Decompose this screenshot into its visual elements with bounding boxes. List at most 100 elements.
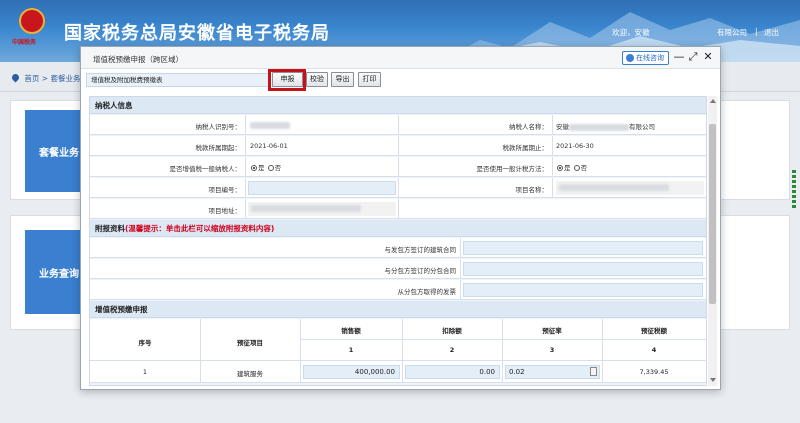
section-taxpayer-info: 纳税人信息 xyxy=(90,97,706,114)
breadcrumb-current[interactable]: 套餐业务 xyxy=(50,74,80,83)
divider: | xyxy=(755,27,758,36)
attachment-row: 与分包方签订的分包合同 xyxy=(90,259,706,279)
col-number: 2 xyxy=(449,346,455,354)
logo-text: 中国税务 xyxy=(12,39,37,46)
general-taxpayer-radio-group: 是 否 xyxy=(250,162,281,172)
sales-input[interactable]: 400,000.00 xyxy=(303,365,400,379)
attachment-row: 从分包方取得的发票 xyxy=(90,280,706,300)
dialog-header: 增值税预缴申报（跨区域） 在线咨询 — ⤢ ✕ xyxy=(81,47,720,69)
breadcrumb-home[interactable]: 首页 xyxy=(24,74,39,83)
submit-button[interactable]: 申报 xyxy=(272,72,303,87)
toolbar: 增值税及附加税费预缴表 申报 校验 导出 打印 xyxy=(81,69,720,92)
header-sales: 销售额 xyxy=(341,327,361,335)
cell-item: 建筑服务 xyxy=(237,370,263,378)
row-project-address: 项目地址： xyxy=(90,199,706,219)
section-vat-prepay: 增值税预缴申报 xyxy=(90,301,706,318)
header-seq: 序号 xyxy=(138,339,152,347)
col-number: 3 xyxy=(549,346,555,354)
period-start-label: 税款所属期起： xyxy=(195,144,242,152)
radio-yes[interactable] xyxy=(557,165,563,171)
location-pin-icon xyxy=(10,72,21,83)
col-number: 1 xyxy=(348,346,354,354)
radio-yes-label: 是 xyxy=(258,164,265,172)
header-rate: 预征率 xyxy=(542,327,562,335)
tax-id-label: 纳税人识别号： xyxy=(195,123,242,131)
close-button[interactable]: ✕ xyxy=(702,50,714,64)
online-consult-button[interactable]: 在线咨询 xyxy=(622,51,669,65)
sidebar-grip[interactable] xyxy=(792,170,796,210)
period-end-label: 税款所属期止： xyxy=(502,144,549,152)
breadcrumb: 首页 > 套餐业务 xyxy=(10,72,80,84)
logout-link[interactable]: 退出 xyxy=(764,27,779,38)
project-name-label: 项目名称： xyxy=(515,186,549,194)
attachment-field[interactable] xyxy=(463,241,703,255)
validate-button[interactable]: 校验 xyxy=(306,72,328,87)
section-attachments[interactable]: 附报资料(温馨提示：单击此栏可以缩放附报资料内容) xyxy=(90,220,706,237)
vat-prepay-dialog: 增值税预缴申报（跨区域） 在线咨询 — ⤢ ✕ 增值税及附加税费预缴表 申报 校… xyxy=(80,46,721,390)
project-name-field[interactable] xyxy=(556,181,704,195)
export-button[interactable]: 导出 xyxy=(331,72,354,87)
radio-no-label: 否 xyxy=(580,164,588,172)
breadcrumb-arrow: > xyxy=(41,74,49,83)
attachment-label: 从分包方取得的发票 xyxy=(397,288,457,296)
app-title: 国家税务总局安徽省电子税务局 xyxy=(64,23,330,44)
radio-no-label: 否 xyxy=(274,164,282,172)
tile-label: 套餐业务 xyxy=(39,147,79,159)
deduction-input[interactable]: 0.00 xyxy=(405,365,500,379)
row-project: 项目编号： 项目名称： xyxy=(90,178,706,198)
row-general-taxpayer: 是否增值税一般纳税人： 是 否 是否使用一般计税方法： 是 否 xyxy=(90,157,706,177)
dialog-title: 增值税预缴申报（跨区域） xyxy=(93,55,183,64)
attachment-field[interactable] xyxy=(463,283,703,297)
radio-no[interactable] xyxy=(573,165,580,171)
attachments-title: 附报资料 xyxy=(95,224,125,233)
project-address-label: 项目地址： xyxy=(208,207,242,215)
attachments-tip: (温馨提示：单击此栏可以缩放附报资料内容) xyxy=(125,224,275,233)
general-method-label: 是否使用一般计税方法： xyxy=(476,165,549,173)
row-tax-id: 纳税人识别号： 纳税人名称： 安徽 有限公司 xyxy=(90,115,706,135)
project-no-field[interactable] xyxy=(248,181,396,195)
prepay-table-header: 序号 预征项目 销售额 扣除额 预征率 预征税额 1 2 3 4 xyxy=(90,319,706,361)
emblem-icon xyxy=(19,8,45,34)
general-taxpayer-label: 是否增值税一般纳税人： xyxy=(169,165,242,173)
calculator-icon[interactable] xyxy=(590,367,597,376)
scroll-up-icon[interactable] xyxy=(710,99,716,103)
attachment-row: 与发包方签订的建筑合同 xyxy=(90,238,706,258)
attachment-label: 与发包方签订的建筑合同 xyxy=(384,246,457,254)
vertical-scrollbar[interactable] xyxy=(708,96,717,386)
col-number: 4 xyxy=(651,346,657,354)
taxpayer-name-value: 安徽 有限公司 xyxy=(556,121,655,131)
table-row: 1 建筑服务 400,000.00 0.00 0.02 7,339.45 xyxy=(90,361,706,383)
online-consult-label: 在线咨询 xyxy=(636,54,664,62)
form-select[interactable]: 增值税及附加税费预缴表 xyxy=(86,73,270,87)
period-end-value: 2021-06-30 xyxy=(556,142,594,150)
welcome-text: 欢迎，安徽 xyxy=(612,28,650,37)
tax-id-value xyxy=(250,121,290,129)
radio-yes[interactable] xyxy=(251,165,257,171)
company-name[interactable]: 有限公司 xyxy=(717,27,747,38)
scroll-thumb[interactable] xyxy=(709,124,716,304)
radio-yes-label: 是 xyxy=(564,164,571,172)
attachment-field[interactable] xyxy=(463,262,703,276)
rate-value: 0.02 xyxy=(509,368,525,376)
header-tax: 预征税额 xyxy=(641,327,667,335)
minimize-button[interactable]: — xyxy=(673,50,685,64)
project-address-field[interactable] xyxy=(248,202,396,216)
attachment-label: 与分包方签订的分包合同 xyxy=(384,267,457,275)
name-prefix: 安徽 xyxy=(556,123,569,131)
form-content: 纳税人信息 纳税人识别号： 纳税人名称： 安徽 有限公司 税款所属期起： 2021… xyxy=(89,96,707,386)
period-start-value: 2021-06-01 xyxy=(250,142,288,150)
cell-tax: 7,339.45 xyxy=(639,368,669,376)
refresh-chat-icon xyxy=(626,54,634,62)
scroll-down-icon[interactable] xyxy=(710,378,716,382)
print-button[interactable]: 打印 xyxy=(358,72,381,87)
header-item: 预征项目 xyxy=(237,339,263,347)
cell-seq: 1 xyxy=(142,368,148,376)
maximize-button[interactable]: ⤢ xyxy=(687,50,699,64)
user-area: 欢迎，安徽 有限公司 | 退出 xyxy=(612,27,779,38)
row-period: 税款所属期起： 2021-06-01 税款所属期止： 2021-06-30 xyxy=(90,136,706,156)
radio-no[interactable] xyxy=(267,165,274,171)
tax-logo: 中国税务 xyxy=(12,8,52,54)
rate-input[interactable]: 0.02 xyxy=(505,365,600,379)
tile-label: 业务查询 xyxy=(39,268,79,280)
header-deduction: 扣除额 xyxy=(442,327,462,335)
